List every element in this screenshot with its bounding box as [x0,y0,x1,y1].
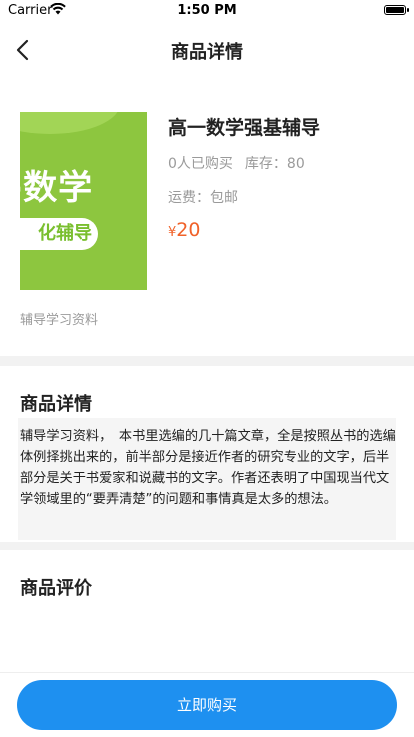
product-price: ¥20 [168,218,398,245]
battery-icon [384,5,409,15]
shipping-info: 运费：包邮 [168,190,238,206]
product-image-pill: 化辅导 [20,218,98,250]
purchase-count: 0人已购买 [168,156,233,172]
section-divider [0,542,414,550]
product-image[interactable]: -数学 化辅导 [20,112,147,290]
navigation-bar: 商品详情 [0,22,414,78]
details-section-title: 商品详情 [20,394,92,415]
reviews-section-title: 商品评价 [20,578,92,599]
buy-now-button[interactable]: 立即购买 [17,680,397,730]
product-image-text: -数学 [20,168,94,208]
page-title: 商品详情 [171,42,243,63]
details-text: 辅导学习资料， 本书里选编的几十篇文章，全是按照丛书的选编体例择挑出来的，前半部… [20,429,396,507]
section-divider [0,356,414,366]
status-bar: Carrier 1:50 PM [0,0,414,22]
product-meta: 0人已购买 库存：80 [168,154,398,174]
product-name: 高一数学强基辅导 [168,117,321,139]
stock-count: 库存：80 [244,156,305,172]
price-value: 20 [176,219,201,241]
clock: 1:50 PM [177,3,237,18]
product-info: 高一数学强基辅导 0人已购买 库存：80 运费：包邮 ¥20 [168,114,398,245]
product-summary: -数学 化辅导 高一数学强基辅导 0人已购买库存：80 运费：包邮 ¥20 辅导… [0,96,414,356]
product-caption: 辅导学习资料 [20,313,99,328]
decorative-shape [20,112,120,134]
